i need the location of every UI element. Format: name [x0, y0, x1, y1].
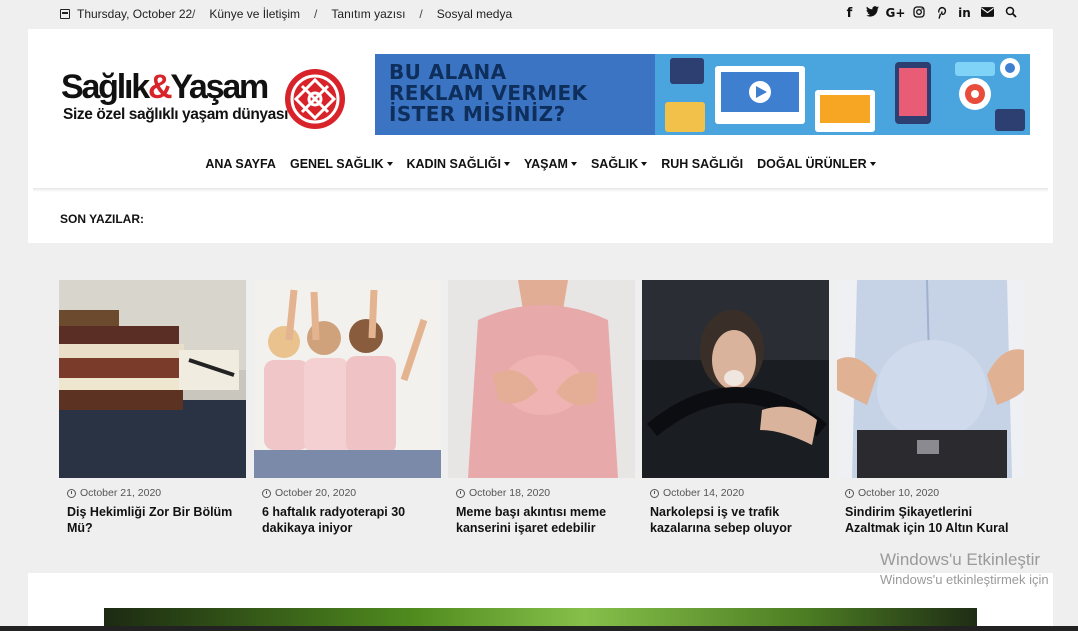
- nav-item-dogal-urunler[interactable]: DOĞAL ÜRÜNLER: [757, 157, 876, 171]
- pinterest-icon[interactable]: [930, 6, 953, 23]
- linkedin-icon[interactable]: in: [953, 6, 976, 23]
- post-thumbnail[interactable]: [642, 280, 829, 478]
- post-card[interactable]: October 21, 2020 Diş Hekimliği Zor Bir B…: [59, 280, 246, 550]
- nav-divider: [33, 188, 1048, 192]
- clock-icon: [67, 488, 76, 498]
- windows-activation-watermark: Windows'u Etkinleştir Windows'u etkinleş…: [880, 550, 1049, 587]
- link-kunye[interactable]: Künye ve İletişim: [209, 7, 300, 21]
- post-title[interactable]: 6 haftalık radyoterapi 30 dakikaya iniyo…: [262, 504, 437, 536]
- logo-emblem-icon: [285, 69, 345, 129]
- taskbar-edge: [0, 626, 1078, 631]
- chevron-down-icon: [641, 162, 648, 166]
- post-card[interactable]: October 20, 2020 6 haftalık radyoterapi …: [254, 280, 441, 550]
- post-thumbnail[interactable]: [254, 280, 441, 478]
- nav-item-ana-sayfa[interactable]: ANA SAYFA: [205, 157, 276, 171]
- chevron-down-icon: [570, 162, 577, 166]
- post-thumbnail[interactable]: [837, 280, 1024, 478]
- separator: /: [192, 7, 196, 21]
- separator: /: [419, 7, 423, 21]
- clock-icon: [456, 488, 465, 498]
- post-card[interactable]: October 14, 2020 Narkolepsi iş ve trafik…: [642, 280, 829, 550]
- google-plus-icon[interactable]: G+: [884, 6, 907, 23]
- main-nav: ANA SAYFA GENEL SAĞLIK KADIN SAĞLIĞI YAŞ…: [28, 157, 1053, 171]
- clock-icon: [650, 488, 659, 498]
- chevron-down-icon: [503, 162, 510, 166]
- post-date: October 21, 2020: [67, 487, 161, 499]
- nav-item-yasam[interactable]: YAŞAM: [524, 157, 577, 171]
- post-thumbnail[interactable]: [59, 280, 246, 478]
- nav-item-genel-saglik[interactable]: GENEL SAĞLIK: [290, 157, 393, 171]
- ad-illustration: [655, 54, 1030, 135]
- logo-tagline: Size özel sağlıklı yaşam dünyası: [63, 106, 288, 123]
- recent-posts-label: SON YAZILAR:: [60, 212, 145, 226]
- date-text: Thursday, October 22: [77, 7, 193, 21]
- post-date: October 20, 2020: [262, 487, 356, 499]
- nav-item-saglik[interactable]: SAĞLIK: [591, 157, 648, 171]
- post-title[interactable]: Diş Hekimliği Zor Bir Bölüm Mü?: [67, 504, 242, 536]
- post-title[interactable]: Narkolepsi iş ve trafik kazalarına sebep…: [650, 504, 825, 536]
- ad-banner[interactable]: BU ALANA REKLAM VERMEK İSTER MİSİNİZ?: [375, 54, 1030, 135]
- link-tanitim[interactable]: Tanıtım yazısı: [331, 7, 405, 21]
- facebook-icon[interactable]: f: [838, 6, 861, 23]
- chevron-down-icon: [869, 162, 876, 166]
- post-grid: October 21, 2020 Diş Hekimliği Zor Bir B…: [59, 280, 1024, 550]
- calendar-icon: [60, 9, 70, 19]
- post-thumbnail[interactable]: [448, 280, 635, 478]
- post-card[interactable]: October 10, 2020 Sindirim Şikayetlerini …: [837, 280, 1024, 550]
- twitter-icon[interactable]: [861, 6, 884, 23]
- clock-icon: [845, 488, 854, 498]
- mail-icon[interactable]: [976, 6, 999, 23]
- top-bar: Thursday, October 22 / Künye ve İletişim…: [0, 0, 1078, 29]
- date-display: Thursday, October 22: [60, 7, 192, 21]
- separator: /: [314, 7, 318, 21]
- link-sosyal-medya[interactable]: Sosyal medya: [437, 7, 512, 21]
- nav-item-kadin-sagligi[interactable]: KADIN SAĞLIĞI: [407, 157, 510, 171]
- post-title[interactable]: Meme başı akıntısı meme kanserini işaret…: [456, 504, 631, 536]
- chevron-down-icon: [386, 162, 393, 166]
- ad-banner-text: BU ALANA REKLAM VERMEK İSTER MİSİNİZ?: [389, 60, 588, 126]
- top-links: / Künye ve İletişim / Tanıtım yazısı / S…: [192, 7, 512, 21]
- clock-icon: [262, 488, 271, 498]
- nav-item-ruh-sagligi[interactable]: RUH SAĞLIĞI: [661, 157, 743, 171]
- post-title[interactable]: Sindirim Şikayetlerini Azaltmak için 10 …: [845, 504, 1020, 536]
- post-date: October 18, 2020: [456, 487, 550, 499]
- search-icon[interactable]: [999, 6, 1022, 23]
- post-date: October 10, 2020: [845, 487, 939, 499]
- instagram-icon[interactable]: [907, 6, 930, 23]
- social-icons: f G+ in: [838, 6, 1022, 23]
- post-date: October 14, 2020: [650, 487, 744, 499]
- site-logo[interactable]: Sağlık&Yaşam Size özel sağlıklı yaşam dü…: [61, 68, 351, 130]
- logo-title: Sağlık&Yaşam: [61, 68, 269, 106]
- site-header: Sağlık&Yaşam Size özel sağlıklı yaşam dü…: [28, 29, 1053, 243]
- post-card[interactable]: October 18, 2020 Meme başı akıntısı meme…: [448, 280, 635, 550]
